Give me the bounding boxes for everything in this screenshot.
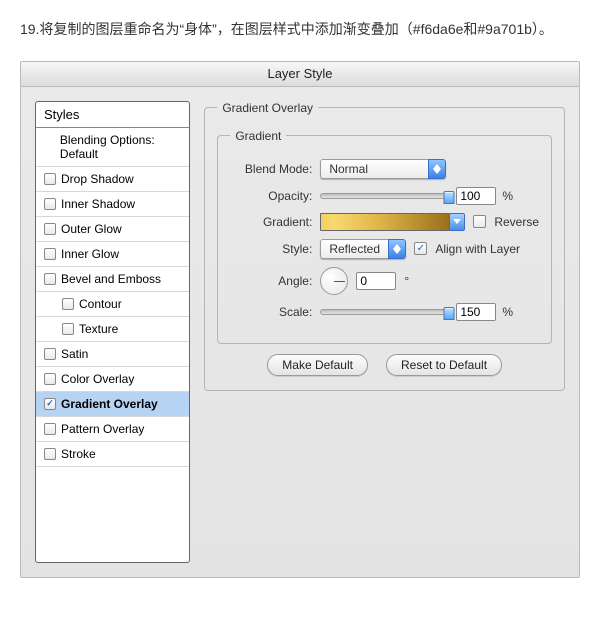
style-item-satin[interactable]: Satin — [36, 342, 189, 367]
checkbox-icon[interactable] — [44, 223, 56, 235]
checkbox-icon[interactable]: ✓ — [44, 398, 56, 410]
gradient-overlay-group: Gradient Overlay Gradient Blend Mode: No… — [204, 101, 565, 391]
style-item-stroke[interactable]: Stroke — [36, 442, 189, 467]
scale-label: Scale: — [230, 305, 312, 319]
checkbox-icon[interactable] — [44, 348, 56, 360]
style-item-gradient-overlay[interactable]: ✓ Gradient Overlay — [36, 392, 189, 417]
slider-thumb-icon[interactable] — [444, 307, 455, 320]
row-label: Stroke — [61, 447, 96, 461]
row-label: Satin — [61, 347, 88, 361]
percent-label: % — [502, 189, 513, 203]
style-item-bevel-and-emboss[interactable]: Bevel and Emboss — [36, 267, 189, 292]
checkbox-icon[interactable] — [44, 423, 56, 435]
make-default-button[interactable]: Make Default — [267, 354, 368, 376]
style-item-outer-glow[interactable]: Outer Glow — [36, 217, 189, 242]
inner-legend: Gradient — [230, 129, 286, 143]
style-item-texture[interactable]: Texture — [36, 317, 189, 342]
layer-style-dialog: Layer Style Styles Blending Options: Def… — [20, 61, 580, 578]
dialog-title: Layer Style — [21, 62, 579, 87]
opacity-input[interactable] — [456, 187, 496, 205]
reset-default-button[interactable]: Reset to Default — [386, 354, 502, 376]
gradient-swatch[interactable] — [320, 213, 450, 231]
row-label: Pattern Overlay — [61, 422, 144, 436]
reverse-checkbox[interactable] — [473, 215, 486, 228]
gradient-label: Gradient: — [230, 215, 312, 229]
reverse-label: Reverse — [494, 215, 539, 229]
blend-mode-select[interactable]: Normal — [320, 159, 446, 179]
opacity-slider[interactable] — [320, 193, 450, 199]
angle-dial[interactable] — [320, 267, 348, 295]
style-value: Reflected — [320, 239, 388, 259]
checkbox-icon[interactable] — [44, 198, 56, 210]
style-item-color-overlay[interactable]: Color Overlay — [36, 367, 189, 392]
style-select[interactable]: Reflected — [320, 239, 406, 259]
row-label: Blending Options: Default — [60, 133, 181, 161]
blending-options-row[interactable]: Blending Options: Default — [36, 128, 189, 167]
scale-input[interactable] — [456, 303, 496, 321]
styles-header[interactable]: Styles — [36, 102, 189, 128]
row-label: Texture — [79, 322, 118, 336]
row-label: Outer Glow — [61, 222, 122, 236]
row-label: Bevel and Emboss — [61, 272, 161, 286]
checkbox-icon[interactable] — [62, 298, 74, 310]
style-label: Style: — [230, 242, 312, 256]
style-item-pattern-overlay[interactable]: Pattern Overlay — [36, 417, 189, 442]
row-label: Inner Shadow — [61, 197, 135, 211]
blend-mode-value: Normal — [320, 159, 428, 179]
angle-label: Angle: — [230, 274, 312, 288]
checkbox-icon[interactable] — [44, 273, 56, 285]
row-label: Gradient Overlay — [61, 397, 158, 411]
style-item-inner-glow[interactable]: Inner Glow — [36, 242, 189, 267]
gradient-overlay-panel: Gradient Overlay Gradient Blend Mode: No… — [204, 101, 565, 563]
checkbox-icon[interactable] — [44, 448, 56, 460]
style-item-inner-shadow[interactable]: Inner Shadow — [36, 192, 189, 217]
checkbox-icon[interactable] — [44, 373, 56, 385]
checkbox-icon[interactable] — [62, 323, 74, 335]
blend-mode-label: Blend Mode: — [230, 162, 312, 176]
select-arrows-icon — [388, 239, 406, 259]
row-label: Contour — [79, 297, 122, 311]
scale-slider[interactable] — [320, 309, 450, 315]
group-legend: Gradient Overlay — [217, 101, 318, 115]
style-item-drop-shadow[interactable]: Drop Shadow — [36, 167, 189, 192]
align-label: Align with Layer — [435, 242, 520, 256]
row-label: Inner Glow — [61, 247, 119, 261]
row-label: Drop Shadow — [61, 172, 134, 186]
checkbox-icon[interactable] — [44, 248, 56, 260]
instruction-text: 19.将复制的图层重命名为“身体”，在图层样式中添加渐变叠加（#f6da6e和#… — [20, 16, 580, 43]
angle-input[interactable] — [356, 272, 396, 290]
gradient-dropdown-icon[interactable] — [449, 213, 465, 231]
align-checkbox[interactable]: ✓ — [414, 242, 427, 255]
gradient-group: Gradient Blend Mode: Normal Opacity: — [217, 129, 552, 344]
degree-label: ° — [404, 274, 409, 288]
checkbox-icon[interactable] — [44, 173, 56, 185]
styles-list: Styles Blending Options: Default Drop Sh… — [35, 101, 190, 563]
style-item-contour[interactable]: Contour — [36, 292, 189, 317]
opacity-label: Opacity: — [230, 189, 312, 203]
select-arrows-icon — [428, 159, 446, 179]
percent-label: % — [502, 305, 513, 319]
slider-thumb-icon[interactable] — [444, 191, 455, 204]
row-label: Color Overlay — [61, 372, 134, 386]
